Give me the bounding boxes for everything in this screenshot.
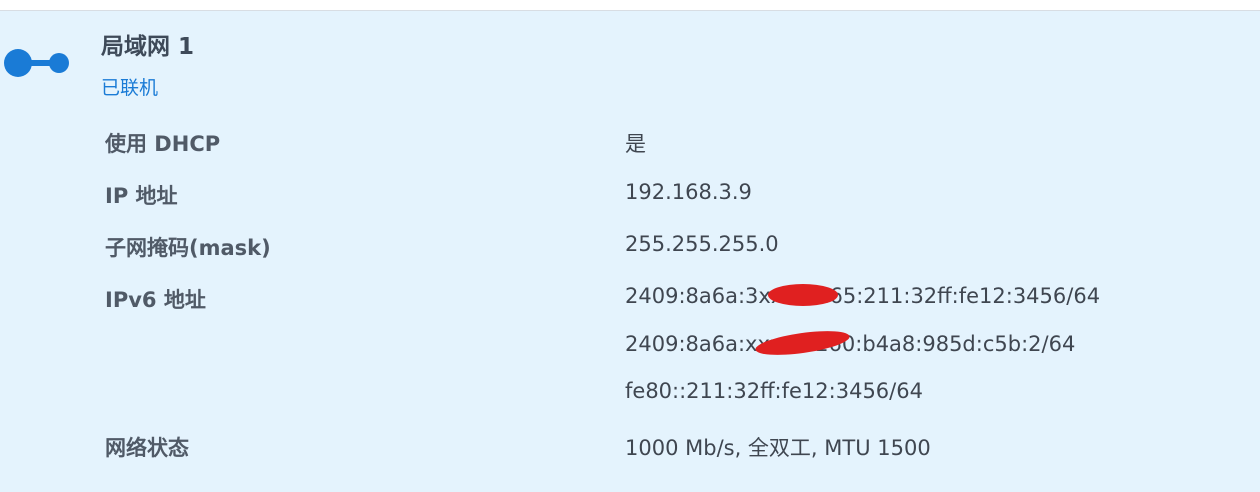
network-connection-icon xyxy=(4,49,69,77)
top-spacer xyxy=(0,0,1260,10)
interface-title: 局域网 1 xyxy=(101,34,195,60)
connection-status: 已联机 xyxy=(101,77,159,99)
ip-label: IP 地址 xyxy=(105,184,178,208)
redaction-mark xyxy=(768,284,838,306)
mask-value: 255.255.255.0 xyxy=(625,232,779,256)
network-status-label: 网络状态 xyxy=(105,436,189,460)
network-status-value: 1000 Mb/s, 全双工, MTU 1500 xyxy=(625,436,931,460)
mask-label: 子网掩码(mask) xyxy=(105,236,271,260)
ip-value: 192.168.3.9 xyxy=(625,180,752,204)
ipv6-value-2: 2409:8a6a:xxxx:7260:b4a8:985d:c5b:2/64 xyxy=(625,332,1076,356)
ipv6-value-3: fe80::211:32ff:fe12:3456/64 xyxy=(625,379,923,403)
ipv6-value-1: 2409:8a6a:3xxx:7265:211:32ff:fe12:3456/6… xyxy=(625,284,1101,308)
ipv6-label: IPv6 地址 xyxy=(105,288,206,312)
dhcp-value: 是 xyxy=(625,132,646,156)
dhcp-label: 使用 DHCP xyxy=(105,132,221,156)
